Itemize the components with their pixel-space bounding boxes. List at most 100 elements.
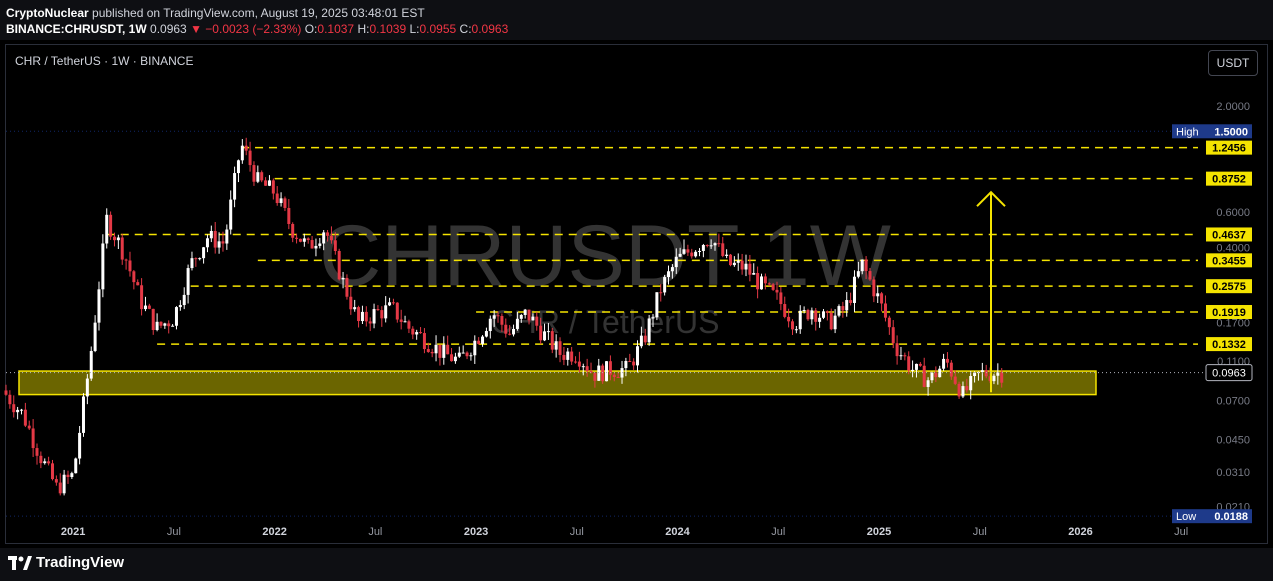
candle-body [837, 306, 841, 316]
candle-body [767, 283, 771, 285]
candle-body [151, 308, 155, 331]
candle-body [717, 243, 721, 245]
candle-body [275, 193, 279, 204]
candle-body [364, 311, 368, 322]
candle-body [62, 474, 66, 494]
candle-body [887, 317, 891, 328]
candle-body [74, 458, 78, 474]
candle-body [713, 243, 717, 246]
time-axis-label: Jul [973, 526, 987, 538]
candle-body [667, 271, 671, 278]
candle-body [903, 355, 907, 357]
candle-body [911, 369, 915, 371]
tradingview-logo-icon [8, 555, 32, 570]
candle-body [438, 344, 442, 358]
candle-body [829, 312, 833, 330]
candle-body [589, 371, 593, 373]
currency-button[interactable]: USDT [1208, 50, 1258, 76]
candle-body [391, 302, 395, 304]
candle-body [907, 356, 911, 371]
candle-body [105, 214, 109, 244]
candle-body [310, 240, 314, 249]
candle-body [574, 361, 578, 363]
candle-body [601, 365, 605, 382]
candle-body [484, 331, 488, 337]
candle-body [794, 329, 798, 331]
candle-body [883, 303, 887, 318]
candle-body [585, 366, 589, 372]
candle-body [643, 335, 647, 343]
candle-body [930, 372, 934, 381]
candle-body [825, 311, 829, 313]
key-level-value: 0.1332 [1212, 339, 1246, 351]
candle-body [229, 199, 233, 230]
candle-body [360, 311, 364, 322]
candle-body [407, 321, 411, 329]
price-axis-tick: 0.0310 [1216, 467, 1250, 479]
price-chart[interactable]: CHRUSDT 1W CHR / TetherUS 1.24560.87520.… [0, 0, 1273, 581]
candle-body [814, 310, 818, 322]
candle-body [252, 165, 256, 182]
candle-body [922, 365, 926, 387]
time-axis-label: Jul [368, 526, 382, 538]
candle-body [221, 241, 225, 244]
candle-body [775, 289, 779, 293]
tradingview-logo[interactable]: TradingView [8, 554, 124, 571]
candle-body [116, 237, 120, 241]
candle-body [446, 344, 450, 355]
candle-body [81, 396, 85, 433]
candle-body [527, 309, 531, 321]
time-axis-label: 2021 [61, 526, 85, 538]
candle-body [1000, 372, 1004, 383]
candle-body [23, 409, 27, 426]
candle-body [512, 328, 516, 335]
candle-body [16, 409, 20, 413]
candle-body [969, 376, 973, 391]
candle-body [597, 365, 601, 381]
candle-body [291, 223, 295, 238]
candle-body [992, 375, 996, 382]
time-axis-label: Jul [1174, 526, 1188, 538]
candle-body [202, 247, 206, 259]
candle-body [961, 386, 965, 397]
candle-body [271, 180, 275, 194]
candle-body [655, 292, 659, 318]
candle-body [333, 240, 337, 251]
candle-body [453, 356, 457, 362]
time-axis-label: 2023 [464, 526, 488, 538]
candle-body [984, 370, 988, 377]
candle-body [337, 250, 341, 280]
footer [0, 548, 1273, 581]
candle-body [31, 428, 35, 449]
candle-body [244, 145, 248, 151]
candle-body [198, 258, 202, 260]
candle-body [519, 314, 523, 319]
low-value: 0.0188 [1214, 511, 1248, 523]
candle-body [659, 292, 663, 294]
candle-body [419, 332, 423, 334]
candle-body [709, 245, 713, 247]
candle-body [112, 236, 116, 241]
candle-body [802, 310, 806, 312]
candle-body [469, 355, 473, 357]
candle-body [558, 341, 562, 355]
candle-body [492, 315, 496, 319]
candle-body [721, 243, 725, 256]
candle-body [783, 304, 787, 317]
candle-body [78, 432, 82, 459]
candle-body [47, 461, 51, 464]
candle-body [763, 276, 767, 284]
candle-body [531, 316, 535, 321]
candle-body [345, 277, 349, 297]
candle-body [465, 352, 469, 357]
candle-body [546, 331, 550, 333]
candle-body [43, 461, 47, 464]
candle-body [426, 349, 430, 352]
candle-body [163, 323, 167, 326]
candle-body [759, 276, 763, 290]
candle-body [790, 321, 794, 330]
candle-body [872, 279, 876, 297]
candle-body [504, 324, 508, 334]
candle-body [132, 271, 136, 283]
candle-body [236, 160, 240, 174]
